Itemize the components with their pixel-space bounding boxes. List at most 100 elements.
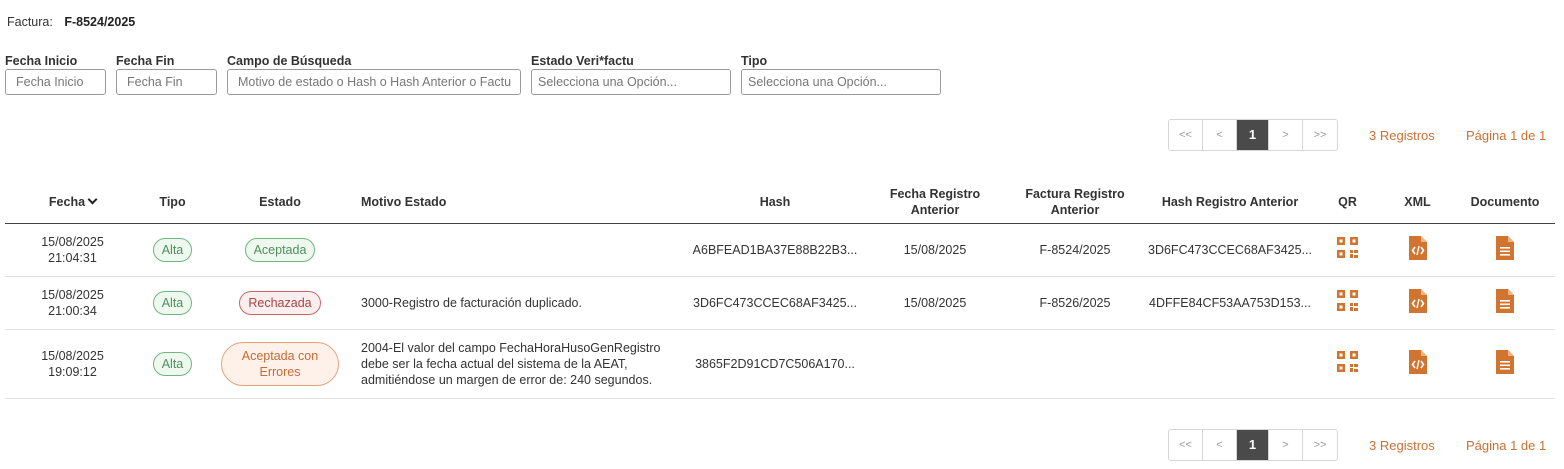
last-page-button[interactable]: >> bbox=[1303, 120, 1337, 150]
col-fecha-header[interactable]: Fecha bbox=[5, 181, 140, 224]
page-1-button[interactable]: 1 bbox=[1237, 120, 1269, 150]
col-motivo-header: Motivo Estado bbox=[355, 181, 685, 224]
chevron-down-icon[interactable] bbox=[87, 194, 98, 205]
col-factura-anterior-header: Factura Registro Anterior bbox=[1005, 181, 1145, 224]
status-badge: Rechazada bbox=[239, 290, 321, 315]
cell-estado: Aceptada bbox=[205, 223, 355, 277]
cell-xml bbox=[1380, 329, 1455, 399]
tipo-badge: Alta bbox=[152, 351, 193, 376]
cell-factura-anterior: F-8526/2025 bbox=[1005, 276, 1145, 330]
next-page-button[interactable]: > bbox=[1269, 430, 1303, 460]
cell-motivo bbox=[355, 223, 685, 277]
col-fecha-anterior-line2: Anterior bbox=[910, 202, 960, 217]
row-time: 21:00:34 bbox=[48, 303, 97, 318]
table-row: 15/08/2025 21:00:34 Alta Rechazada 3000-R… bbox=[5, 276, 1555, 330]
cell-hash-anterior: 4DFFE84CF53AA753D153... bbox=[1145, 276, 1315, 330]
document-icon[interactable] bbox=[1496, 235, 1514, 264]
document-icon[interactable] bbox=[1496, 349, 1514, 378]
xml-file-icon[interactable] bbox=[1408, 349, 1427, 378]
cell-tipo: Alta bbox=[140, 276, 205, 330]
pagination-bottom: << < 1 > >> bbox=[1168, 429, 1338, 461]
col-fecha-anterior-header: Fecha Registro Anterior bbox=[865, 181, 1005, 224]
col-tipo-header: Tipo bbox=[140, 181, 205, 224]
last-page-button[interactable]: >> bbox=[1303, 430, 1337, 460]
cell-documento bbox=[1455, 329, 1555, 399]
row-date: 15/08/2025 bbox=[41, 287, 104, 302]
cell-xml bbox=[1380, 223, 1455, 277]
cell-factura-anterior: F-8524/2025 bbox=[1005, 223, 1145, 277]
status-badge: Aceptada bbox=[244, 237, 316, 262]
motivo-line3: admitiéndose un margen de error de: 240 … bbox=[361, 372, 653, 387]
invoice-number: F-8524/2025 bbox=[64, 15, 136, 29]
cell-fecha: 15/08/2025 21:04:31 bbox=[5, 223, 140, 277]
qr-code-icon[interactable] bbox=[1337, 351, 1358, 376]
col-fecha-anterior-line1: Fecha Registro bbox=[889, 186, 981, 201]
col-xml-header: XML bbox=[1380, 181, 1455, 224]
row-date: 15/08/2025 bbox=[41, 348, 104, 363]
tipo-select[interactable]: Selecciona una Opción... bbox=[741, 69, 941, 95]
fecha-inicio-input[interactable]: Fecha Inicio bbox=[5, 69, 106, 95]
prev-page-button[interactable]: < bbox=[1203, 430, 1237, 460]
cell-hash-anterior: 3D6FC473CCEC68AF3425... bbox=[1145, 223, 1315, 277]
cell-factura-anterior bbox=[1005, 329, 1145, 399]
records-count: 3 Registros bbox=[1369, 438, 1435, 453]
row-date: 15/08/2025 bbox=[41, 234, 104, 249]
col-fecha-label: Fecha bbox=[48, 194, 86, 209]
page-info: Página 1 de 1 bbox=[1466, 438, 1547, 453]
qr-code-icon[interactable] bbox=[1337, 237, 1358, 262]
motivo-line2: debe ser la fecha actual del sistema de … bbox=[361, 356, 628, 371]
pagination-top: << < 1 > >> bbox=[1168, 119, 1338, 151]
qr-code-icon[interactable] bbox=[1337, 290, 1358, 315]
row-time: 21:04:31 bbox=[48, 250, 97, 265]
status-badge: Aceptada con Errores bbox=[220, 341, 340, 386]
cell-hash: 3D6FC473CCEC68AF3425... bbox=[685, 276, 865, 330]
cell-estado: Aceptada con Errores bbox=[205, 329, 355, 399]
cell-qr bbox=[1315, 329, 1380, 399]
first-page-button[interactable]: << bbox=[1169, 430, 1203, 460]
fecha-fin-input[interactable]: Fecha Fin bbox=[116, 69, 217, 95]
first-page-button[interactable]: << bbox=[1169, 120, 1203, 150]
page-1-button[interactable]: 1 bbox=[1237, 430, 1269, 460]
col-factura-anterior-line2: Anterior bbox=[1050, 202, 1100, 217]
cell-tipo: Alta bbox=[140, 223, 205, 277]
cell-motivo: 2004-El valor del campo FechaHoraHusoGen… bbox=[355, 329, 685, 399]
cell-qr bbox=[1315, 276, 1380, 330]
cell-qr bbox=[1315, 223, 1380, 277]
cell-documento bbox=[1455, 276, 1555, 330]
status-badge-line2: Errores bbox=[259, 364, 301, 379]
tipo-badge: Alta bbox=[152, 237, 193, 262]
estado-select[interactable]: Selecciona una Opción... bbox=[531, 69, 731, 95]
document-icon[interactable] bbox=[1496, 288, 1514, 317]
cell-fecha-anterior: 15/08/2025 bbox=[865, 223, 1005, 277]
cell-documento bbox=[1455, 223, 1555, 277]
cell-estado: Rechazada bbox=[205, 276, 355, 330]
cell-hash: 3865F2D91CD7C506A170... bbox=[685, 329, 865, 399]
table-header-row: Fecha Tipo Estado Motivo Estado Hash Fec… bbox=[5, 181, 1555, 224]
tipo-label: Tipo bbox=[741, 54, 768, 68]
next-page-button[interactable]: > bbox=[1269, 120, 1303, 150]
search-input[interactable]: Motivo de estado o Hash o Hash Anterior … bbox=[227, 69, 521, 95]
col-qr-header: QR bbox=[1315, 181, 1380, 224]
col-hash-header: Hash bbox=[685, 181, 865, 224]
motivo-line1: 2004-El valor del campo FechaHoraHusoGen… bbox=[361, 340, 661, 355]
xml-file-icon[interactable] bbox=[1408, 235, 1427, 264]
filter-campo-busqueda: Campo de Búsqueda Motivo de estado o Has… bbox=[227, 53, 521, 95]
prev-page-button[interactable]: < bbox=[1203, 120, 1237, 150]
estado-label: Estado Veri*factu bbox=[531, 54, 634, 68]
cell-fecha-anterior: 15/08/2025 bbox=[865, 276, 1005, 330]
cell-fecha: 15/08/2025 19:09:12 bbox=[5, 329, 140, 399]
cell-hash: A6BFEAD1BA37E88B22B3... bbox=[685, 223, 865, 277]
cell-hash-anterior bbox=[1145, 329, 1315, 399]
cell-xml bbox=[1380, 276, 1455, 330]
col-documento-header: Documento bbox=[1455, 181, 1555, 224]
cell-tipo: Alta bbox=[140, 329, 205, 399]
filter-fecha-inicio: Fecha Inicio Fecha Inicio bbox=[5, 53, 106, 95]
fecha-inicio-label: Fecha Inicio bbox=[5, 54, 78, 68]
xml-file-icon[interactable] bbox=[1408, 288, 1427, 317]
col-estado-header: Estado bbox=[205, 181, 355, 224]
table-row: 15/08/2025 19:09:12 Alta Aceptada con Erro… bbox=[5, 329, 1555, 399]
page-info: Página 1 de 1 bbox=[1466, 128, 1547, 143]
cell-fecha-anterior bbox=[865, 329, 1005, 399]
invoice-header: Factura: F-8524/2025 bbox=[7, 15, 135, 29]
fecha-fin-label: Fecha Fin bbox=[116, 54, 175, 68]
